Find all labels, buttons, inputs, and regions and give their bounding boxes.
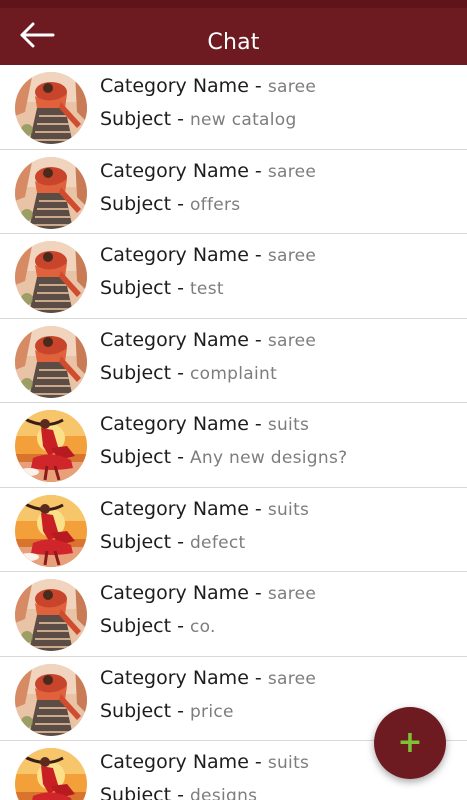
- subject-line: Subject - complaint: [100, 362, 277, 384]
- saree-thumbnail: [15, 156, 87, 229]
- category-label: Category Name -: [100, 413, 268, 435]
- chat-list-item[interactable]: Category Name - saree Subject - offers: [0, 149, 467, 234]
- category-line: Category Name - suits: [100, 498, 309, 520]
- subject-value: offers: [189, 194, 241, 215]
- subject-line: Subject - designs: [100, 784, 257, 800]
- saree-thumbnail: [15, 325, 87, 398]
- subject-line: Subject - defect: [100, 531, 245, 553]
- app-bar: Chat: [0, 8, 467, 65]
- suits-thumbnail: [15, 494, 87, 567]
- suits-thumbnail: [15, 748, 87, 800]
- subject-value: designs: [189, 786, 258, 800]
- category-label: Category Name -: [100, 666, 268, 689]
- category-line: Category Name - saree: [100, 75, 316, 97]
- category-line: Category Name - suits: [100, 413, 309, 435]
- category-value: saree: [267, 584, 317, 604]
- category-line: Category Name - saree: [100, 329, 316, 351]
- saree-thumbnail: [15, 241, 87, 313]
- category-label: Category Name -: [100, 159, 268, 182]
- category-label: Category Name -: [100, 582, 268, 604]
- chat-list-item[interactable]: Category Name - saree Subject - co.: [0, 572, 467, 657]
- subject-value: new catalog: [189, 110, 297, 130]
- subject-label: Subject -: [100, 530, 190, 553]
- subject-line: Subject - price: [100, 700, 234, 722]
- subject-value: price: [189, 701, 234, 722]
- subject-line: Subject - offers: [100, 193, 240, 215]
- subject-line: Subject - new catalog: [100, 108, 297, 130]
- chat-list-item[interactable]: Category Name - saree Subject - complaint: [0, 318, 467, 403]
- saree-thumbnail: [15, 663, 87, 736]
- subject-line: Subject - Any new designs?: [100, 446, 347, 468]
- subject-value: defect: [189, 532, 246, 553]
- category-label: Category Name -: [100, 244, 268, 266]
- category-value: saree: [267, 77, 317, 97]
- page-title: Chat: [207, 30, 260, 55]
- subject-label: Subject -: [100, 699, 190, 722]
- subject-value: co.: [189, 617, 216, 637]
- category-value: saree: [267, 330, 317, 351]
- chat-list: Category Name - saree Subject - new catal…: [0, 65, 467, 800]
- category-value: saree: [267, 246, 317, 266]
- category-label: Category Name -: [100, 328, 268, 351]
- subject-label: Subject -: [100, 615, 190, 637]
- subject-value: Any new designs?: [189, 448, 348, 468]
- category-value: saree: [267, 668, 317, 689]
- category-label: Category Name -: [100, 75, 268, 97]
- subject-label: Subject -: [100, 784, 190, 800]
- category-label: Category Name -: [100, 751, 268, 773]
- chat-list-item[interactable]: Category Name - suits Subject - Any new d…: [0, 403, 467, 488]
- category-line: Category Name - suits: [100, 751, 309, 773]
- subject-value: complaint: [189, 363, 278, 384]
- subject-label: Subject -: [100, 192, 190, 215]
- plus-icon: +: [397, 725, 423, 760]
- chat-list-item[interactable]: Category Name - saree Subject - new catal…: [0, 65, 467, 150]
- subject-line: Subject - co.: [100, 615, 216, 637]
- subject-value: test: [189, 279, 224, 299]
- category-value: suits: [267, 415, 310, 435]
- subject-label: Subject -: [100, 108, 190, 130]
- saree-thumbnail: [15, 72, 87, 144]
- subject-label: Subject -: [100, 277, 190, 299]
- subject-label: Subject -: [100, 361, 190, 384]
- subject-label: Subject -: [100, 446, 190, 468]
- saree-thumbnail: [15, 579, 87, 651]
- category-label: Category Name -: [100, 497, 268, 520]
- suits-thumbnail: [15, 410, 87, 482]
- category-line: Category Name - saree: [100, 160, 316, 182]
- status-bar: [0, 0, 467, 8]
- category-line: Category Name - saree: [100, 667, 316, 689]
- subject-line: Subject - test: [100, 277, 224, 299]
- chat-list-item[interactable]: Category Name - saree Subject - test: [0, 234, 467, 319]
- category-line: Category Name - saree: [100, 582, 316, 604]
- new-chat-button[interactable]: +: [374, 707, 446, 779]
- chat-list-item[interactable]: Category Name - suits Subject - defect: [0, 487, 467, 572]
- category-line: Category Name - saree: [100, 244, 316, 266]
- category-value: suits: [267, 753, 310, 773]
- category-value: saree: [267, 161, 317, 182]
- category-value: suits: [267, 499, 310, 520]
